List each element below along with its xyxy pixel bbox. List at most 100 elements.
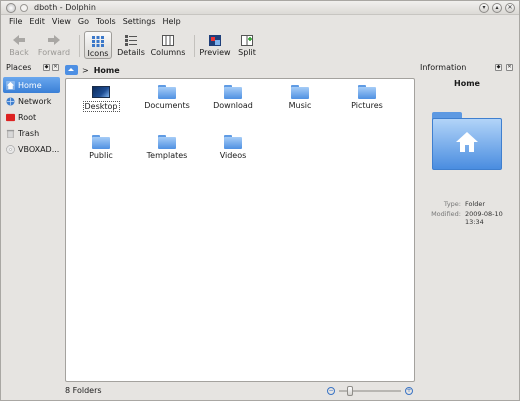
zoom-out-icon[interactable]: − [327,387,335,395]
menubar: File Edit View Go Tools Settings Help [1,16,519,30]
zoom-slider[interactable]: − + [327,386,413,396]
trash-icon [6,129,15,138]
list-icon [124,34,138,46]
places-list: Home Network Root Trash VBOXAD... [3,77,60,157]
root-icon [6,113,15,121]
toolbar: Back Forward Icons Details Columns Previ… [1,31,519,61]
menu-settings[interactable]: Settings [121,16,161,30]
menu-file[interactable]: File [7,16,27,30]
panel-close-icon[interactable]: ✕ [52,64,59,71]
grid-icon [91,35,105,47]
arrow-left-icon [12,34,26,46]
icons-view-button[interactable]: Icons [84,31,112,59]
information-title: Information [420,63,467,72]
panel-close-icon[interactable]: ✕ [506,64,513,71]
network-icon [6,96,15,106]
panel-float-icon[interactable]: ◆ [495,64,502,71]
place-trash[interactable]: Trash [3,125,60,141]
menu-view[interactable]: View [50,16,76,30]
disc-icon [6,144,15,154]
file-item-templates[interactable]: Templates [136,135,198,160]
folder-icon [92,135,110,149]
file-item-label: Pictures [351,101,383,110]
file-item-label: Documents [144,101,190,110]
split-icon [240,34,254,46]
menu-edit[interactable]: Edit [27,16,50,30]
folder-icon [224,85,242,99]
columns-icon [161,34,175,46]
folder-icon [224,135,242,149]
zoom-in-icon[interactable]: + [405,387,413,395]
place-label: Network [18,96,52,106]
information-header: Information ◆ ✕ [417,63,517,75]
info-metadata: Type: Folder Modified: 2009-08-10 13:34 [417,200,517,226]
details-view-button[interactable]: Details [116,31,146,59]
dolphin-window: dboth - Dolphin ▾ ▴ ✕ File Edit View Go … [0,0,520,401]
menu-tools[interactable]: Tools [94,16,121,30]
places-header: Places ◆ ✕ [3,63,60,75]
titlebar[interactable]: dboth - Dolphin ▾ ▴ ✕ [1,1,519,15]
file-item-desktop[interactable]: Desktop [70,85,132,112]
breadcrumb: > Home [65,63,415,77]
breadcrumb-home-icon[interactable] [65,65,78,75]
columns-view-button[interactable]: Columns [150,31,186,59]
window-title: dboth - Dolphin [34,3,96,12]
modified-value: 2009-08-10 13:34 [465,210,503,226]
home-folder-icon [432,112,502,170]
file-item-videos[interactable]: Videos [202,135,264,160]
menu-go[interactable]: Go [76,16,94,30]
back-button[interactable]: Back [5,31,33,59]
file-item-documents[interactable]: Documents [136,85,198,110]
forward-label: Forward [37,48,71,57]
status-text: 8 Folders [65,386,102,395]
window-menu-icon[interactable] [20,4,28,12]
info-item-name: Home [454,79,480,88]
minimize-button[interactable]: ▾ [479,3,489,13]
menu-help[interactable]: Help [161,16,186,30]
breadcrumb-current[interactable]: Home [94,66,120,75]
place-label: Trash [18,128,40,138]
back-label: Back [9,48,29,57]
places-panel: Places ◆ ✕ Home Network Root Trash VBOXA… [3,63,60,390]
icons-label: Icons [87,49,109,58]
folder-icon [291,85,309,99]
zoom-thumb[interactable] [347,386,353,396]
app-icon[interactable] [6,3,16,13]
folder-icon [158,135,176,149]
folder-icon [158,85,176,99]
forward-button[interactable]: Forward [37,31,71,59]
file-view[interactable]: Desktop Documents Download Music Picture… [65,78,415,382]
file-item-label: Download [213,101,253,110]
file-item-download[interactable]: Download [202,85,264,110]
place-home[interactable]: Home [3,77,60,93]
zoom-track[interactable] [339,386,401,396]
file-item-label: Templates [146,151,188,160]
breadcrumb-separator-icon: > [82,65,89,75]
place-label: VBOXAD... [18,144,60,154]
file-item-label: Videos [219,151,247,160]
toolbar-separator [194,35,195,57]
preview-icon [208,34,222,46]
type-label: Type: [443,200,461,208]
maximize-button[interactable]: ▴ [492,3,502,13]
columns-label: Columns [150,48,186,57]
panel-float-icon[interactable]: ◆ [43,64,50,71]
file-item-public[interactable]: Public [70,135,132,160]
desktop-icon [92,86,110,98]
home-icon [6,80,15,90]
file-item-label: Public [89,151,113,160]
house-icon [456,132,478,152]
split-button[interactable]: Split [235,31,259,59]
file-item-label: Music [288,101,312,110]
place-label: Root [18,112,37,122]
file-item-pictures[interactable]: Pictures [336,85,398,110]
file-item-music[interactable]: Music [269,85,331,110]
modified-label: Modified: [431,210,461,218]
place-vboxadditions[interactable]: VBOXAD... [3,141,60,157]
close-button[interactable]: ✕ [505,3,515,13]
arrow-right-icon [47,34,61,46]
place-root[interactable]: Root [3,109,60,125]
preview-label: Preview [199,48,231,57]
preview-button[interactable]: Preview [199,31,231,59]
place-network[interactable]: Network [3,93,60,109]
